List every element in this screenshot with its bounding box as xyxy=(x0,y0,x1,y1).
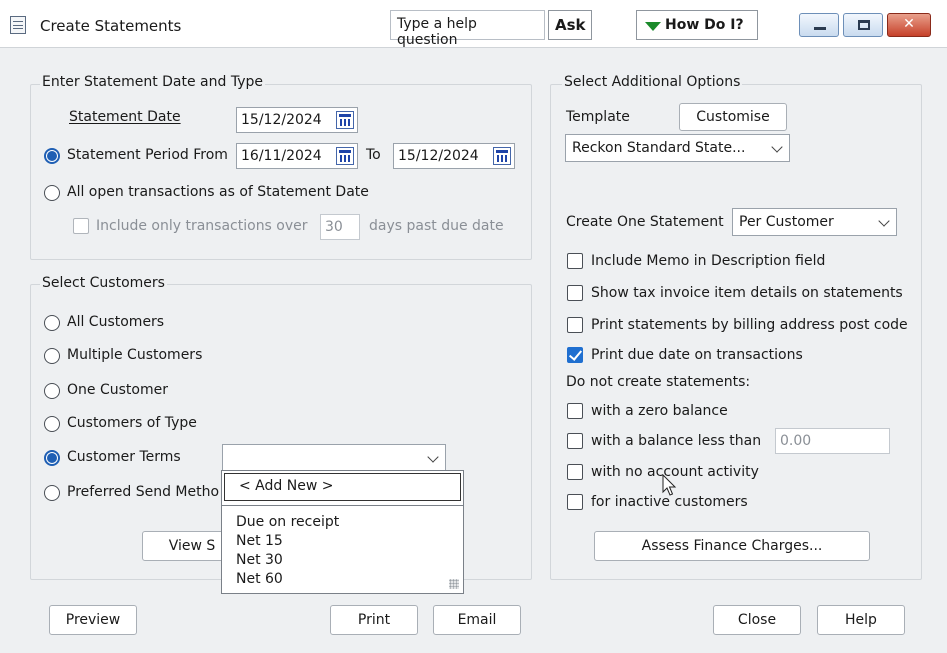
help-button[interactable]: Help xyxy=(817,605,905,635)
minimize-icon xyxy=(814,27,826,30)
terms-option[interactable]: Due on receipt xyxy=(236,514,339,530)
chevron-down-icon xyxy=(771,141,783,153)
statement-form-icon xyxy=(10,16,26,34)
statement-date-label: Statement Date xyxy=(69,109,181,125)
maximize-icon xyxy=(858,20,870,30)
terms-option[interactable]: Net 30 xyxy=(236,552,283,568)
calendar-icon[interactable] xyxy=(336,147,354,165)
include-memo-checkbox[interactable] xyxy=(567,253,583,269)
customers-of-type-label: Customers of Type xyxy=(67,415,197,431)
one-customer-label: One Customer xyxy=(67,382,168,398)
period-to-value: 15/12/2024 xyxy=(398,148,479,164)
statement-period-label: Statement Period From xyxy=(67,147,228,163)
create-one-statement-select[interactable]: Per Customer xyxy=(732,208,897,236)
create-one-statement-label: Create One Statement xyxy=(566,214,724,230)
days-past-due-input[interactable]: 30 xyxy=(320,214,360,240)
period-from-field[interactable]: 16/11/2024 xyxy=(236,143,358,169)
print-button[interactable]: Print xyxy=(330,605,418,635)
to-label: To xyxy=(366,147,381,163)
close-window-button[interactable]: ✕ xyxy=(887,13,931,37)
show-tax-details-checkbox[interactable] xyxy=(567,285,583,301)
triangle-down-icon xyxy=(645,22,661,31)
how-do-i-label: How Do I? xyxy=(665,17,744,33)
chevron-down-icon xyxy=(427,451,439,463)
assess-finance-charges-button[interactable]: Assess Finance Charges... xyxy=(594,531,870,561)
billing-post-code-label: Print statements by billing address post… xyxy=(591,317,908,333)
select-customers-title: Select Customers xyxy=(40,275,167,291)
days-past-due-label: days past due date xyxy=(369,218,504,234)
no-account-activity-checkbox[interactable] xyxy=(567,464,583,480)
include-only-label: Include only transactions over xyxy=(96,218,308,234)
balance-less-than-label: with a balance less than xyxy=(591,433,762,449)
how-do-i-button[interactable]: How Do I? xyxy=(636,10,758,40)
customise-button[interactable]: Customise xyxy=(679,103,787,131)
zero-balance-label: with a zero balance xyxy=(591,403,728,419)
preferred-send-method-label: Preferred Send Metho xyxy=(67,484,220,500)
period-from-value: 16/11/2024 xyxy=(241,148,322,164)
terms-option[interactable]: Net 15 xyxy=(236,533,283,549)
resize-grip-icon[interactable] xyxy=(449,579,459,589)
do-not-create-label: Do not create statements: xyxy=(566,374,751,390)
email-button[interactable]: Email xyxy=(433,605,521,635)
include-only-checkbox[interactable] xyxy=(73,218,89,234)
mouse-pointer-icon xyxy=(662,474,677,496)
all-customers-radio[interactable] xyxy=(44,315,60,331)
calendar-icon[interactable] xyxy=(493,147,511,165)
multiple-customers-label: Multiple Customers xyxy=(67,347,203,363)
add-new-option[interactable]: < Add New > xyxy=(224,473,461,501)
customer-terms-dropdown: < Add New > Due on receipt Net 15 Net 30… xyxy=(221,470,464,594)
template-label: Template xyxy=(566,109,630,125)
create-one-statement-value: Per Customer xyxy=(739,214,834,230)
all-open-transactions-label: All open transactions as of Statement Da… xyxy=(67,184,369,200)
multiple-customers-radio[interactable] xyxy=(44,348,60,364)
preview-button[interactable]: Preview xyxy=(49,605,137,635)
all-customers-label: All Customers xyxy=(67,314,165,330)
preferred-send-method-radio[interactable] xyxy=(44,485,60,501)
maximize-button[interactable] xyxy=(843,13,883,37)
show-tax-details-label: Show tax invoice item details on stateme… xyxy=(591,285,903,301)
print-due-date-label: Print due date on transactions xyxy=(591,347,803,363)
window-title: Create Statements xyxy=(40,17,182,35)
calendar-icon[interactable] xyxy=(336,111,354,129)
statement-date-value: 15/12/2024 xyxy=(241,112,322,128)
terms-option[interactable]: Net 60 xyxy=(236,571,283,587)
zero-balance-checkbox[interactable] xyxy=(567,403,583,419)
close-icon: ✕ xyxy=(903,16,915,32)
include-memo-label: Include Memo in Description field xyxy=(591,253,826,269)
template-select[interactable]: Reckon Standard State... xyxy=(565,134,790,162)
additional-options-title: Select Additional Options xyxy=(562,74,743,90)
balance-less-than-input[interactable]: 0.00 xyxy=(775,428,890,454)
period-to-field[interactable]: 15/12/2024 xyxy=(393,143,515,169)
billing-post-code-checkbox[interactable] xyxy=(567,317,583,333)
title-bar: Create Statements Type a help question A… xyxy=(0,0,947,48)
print-due-date-checkbox[interactable] xyxy=(567,347,583,363)
template-value: Reckon Standard State... xyxy=(572,140,746,156)
all-open-transactions-radio[interactable] xyxy=(44,185,60,201)
customer-terms-radio[interactable] xyxy=(44,450,60,466)
help-question-input[interactable]: Type a help question xyxy=(390,10,545,48)
statement-date-type-title: Enter Statement Date and Type xyxy=(40,74,266,90)
one-customer-radio[interactable] xyxy=(44,383,60,399)
balance-less-than-checkbox[interactable] xyxy=(567,433,583,449)
statement-period-radio[interactable] xyxy=(44,148,60,164)
close-button[interactable]: Close xyxy=(713,605,801,635)
customers-of-type-radio[interactable] xyxy=(44,416,60,432)
inactive-customers-checkbox[interactable] xyxy=(567,494,583,510)
customer-terms-select[interactable] xyxy=(222,444,446,472)
minimize-button[interactable] xyxy=(799,13,839,37)
statement-date-field[interactable]: 15/12/2024 xyxy=(236,107,358,133)
dropdown-divider xyxy=(222,505,463,506)
customer-terms-label: Customer Terms xyxy=(67,449,181,465)
ask-button[interactable]: Ask xyxy=(548,10,592,40)
chevron-down-icon xyxy=(878,215,890,227)
